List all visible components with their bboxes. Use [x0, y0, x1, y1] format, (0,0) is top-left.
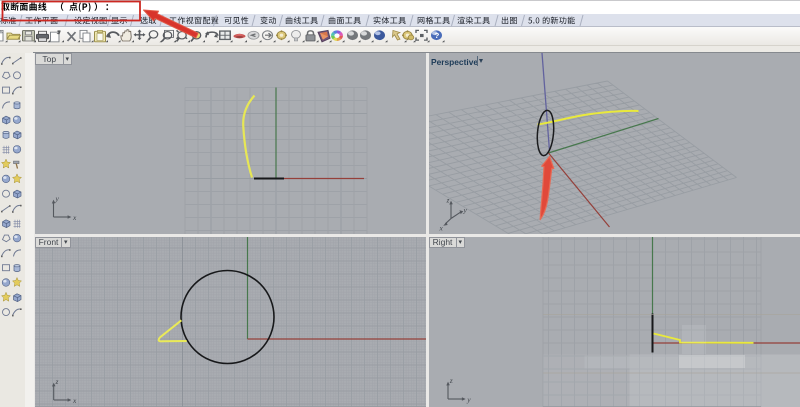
svg-text:y: y	[55, 194, 60, 203]
svg-text:z: z	[55, 377, 59, 386]
svg-text:y: y	[466, 395, 471, 404]
svg-text:z: z	[448, 376, 452, 385]
svg-text:x: x	[72, 396, 77, 405]
svg-text:y: y	[462, 206, 467, 215]
svg-text:x: x	[438, 224, 443, 233]
svg-text:z: z	[445, 196, 449, 205]
svg-text:x: x	[72, 213, 77, 222]
